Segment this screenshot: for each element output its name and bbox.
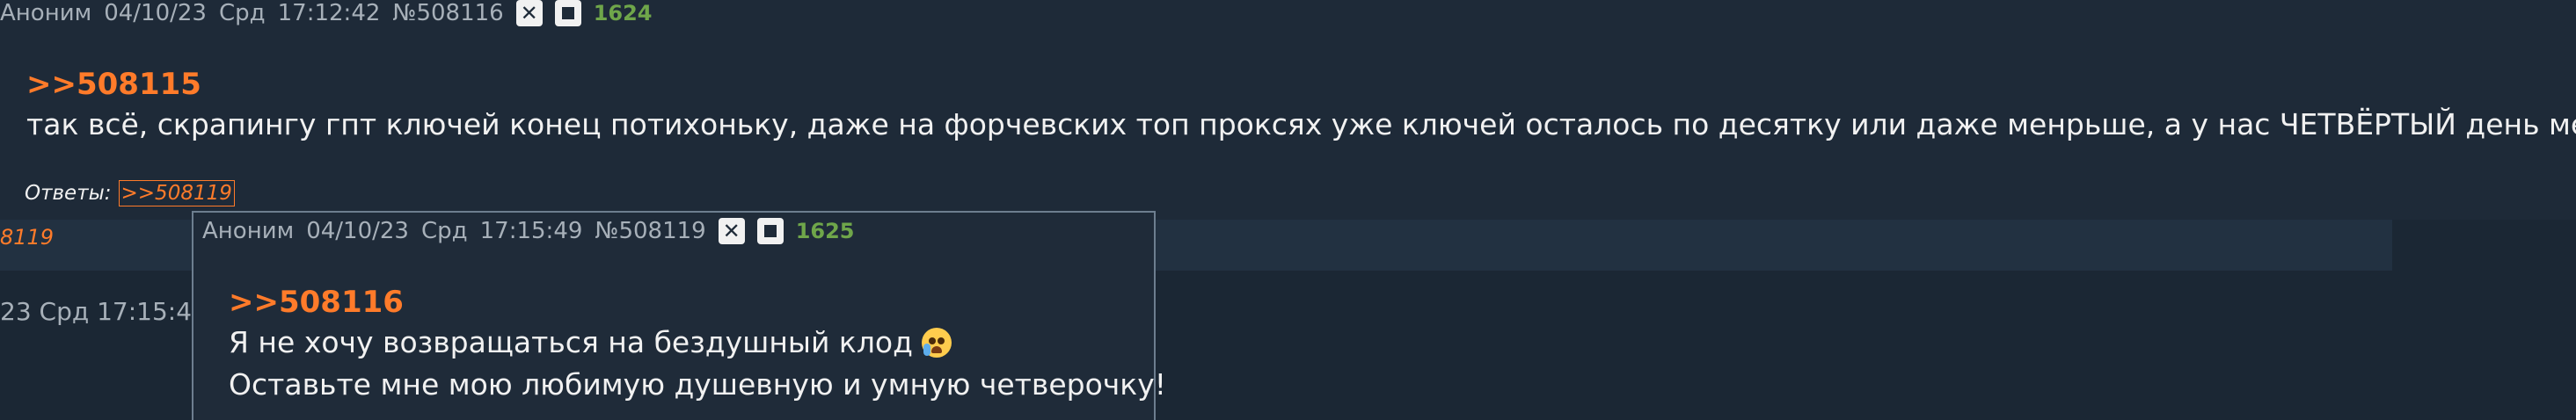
post-weekday: Срд: [218, 0, 266, 26]
popup-reply-link[interactable]: >>508116: [229, 285, 404, 320]
popup-post-number[interactable]: №508119: [595, 218, 705, 244]
answers-label: Ответы:: [25, 182, 112, 205]
popup-time: 17:15:49: [479, 218, 583, 244]
partial-post-header: 23 Срд 17:15:49: [0, 297, 208, 326]
popup-message-line-1: Я не хочу возвращаться на бездушный клод: [229, 325, 952, 359]
square-icon: [561, 7, 574, 19]
post-508116: Аноним 04/10/23 Срд 17:12:42 №508116 ✕ 1…: [0, 0, 2576, 220]
close-icon: ✕: [722, 219, 741, 243]
crying-face-icon: [921, 327, 952, 358]
answers-row: Ответы: >>508119: [25, 180, 235, 206]
popup-message-line-2: Оставьте мне мою любимую душевную и умну…: [229, 367, 1166, 402]
thread-page: Аноним 04/10/23 Срд 17:12:42 №508116 ✕ 1…: [0, 0, 2576, 420]
post-message: так всё, скрапингу гпт ключей конец поти…: [26, 107, 2576, 141]
post-preview-popup: Аноним 04/10/23 Срд 17:15:49 №508119 ✕ 1…: [192, 211, 1166, 420]
popup-date: 04/10/23: [306, 218, 409, 244]
popup-count: 1625: [795, 219, 855, 243]
popup-author: Аноним: [202, 218, 295, 244]
post-header: Аноним 04/10/23 Срд 17:12:42 №508116 ✕ 1…: [0, 0, 653, 26]
popup-report-button[interactable]: [756, 218, 784, 244]
thread-gutter: [2392, 220, 2576, 271]
popup-weekday: Срд: [420, 218, 468, 244]
square-icon: [763, 225, 777, 237]
popup-line-1-text: Я не хочу возвращаться на бездушный клод: [229, 325, 913, 359]
post-number[interactable]: №508116: [392, 0, 503, 26]
post-date: 04/10/23: [104, 0, 207, 26]
hide-post-button[interactable]: ✕: [515, 0, 543, 26]
reply-link[interactable]: >>508115: [26, 67, 201, 102]
post-count: 1624: [593, 1, 653, 25]
answer-link[interactable]: >>508119: [118, 180, 235, 206]
popup-post-header: Аноним 04/10/23 Срд 17:15:49 №508119 ✕ 1…: [202, 218, 855, 244]
post-time: 17:12:42: [277, 0, 381, 26]
close-icon: ✕: [520, 1, 538, 25]
post-author: Аноним: [0, 0, 92, 26]
partial-answer-link[interactable]: 8119: [0, 225, 54, 250]
popup-hide-button[interactable]: ✕: [718, 218, 745, 244]
report-post-button[interactable]: [554, 0, 581, 26]
